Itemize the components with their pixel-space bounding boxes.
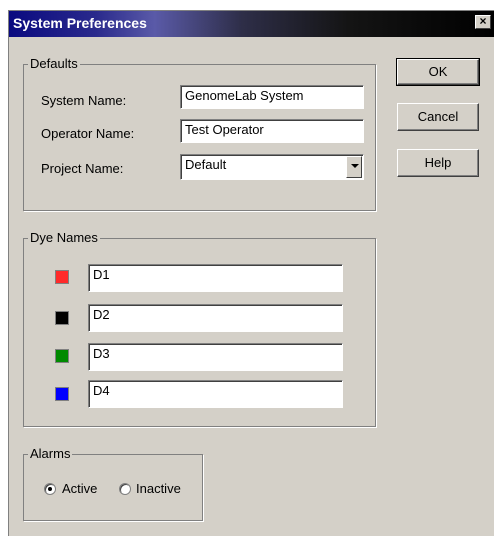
close-button[interactable]: × [475, 15, 491, 29]
cancel-button[interactable]: Cancel [397, 103, 479, 131]
project-name-value: Default [185, 157, 227, 172]
operator-name-label: Operator Name: [41, 126, 135, 141]
system-preferences-dialog: System Preferences × Defaults System Nam… [8, 10, 494, 536]
title-bar[interactable]: System Preferences × [9, 11, 494, 37]
help-button[interactable]: Help [397, 149, 479, 177]
window-title: System Preferences [13, 15, 147, 31]
project-name-label: Project Name: [41, 161, 124, 176]
active-radio[interactable] [44, 483, 56, 495]
active-label[interactable]: Active [62, 481, 97, 496]
dye-name-field[interactable]: D3 [88, 343, 343, 371]
dye-color-swatch [55, 270, 69, 284]
radio-dot-icon [48, 487, 52, 491]
dye-name-field[interactable]: D1 [88, 264, 343, 292]
project-name-select[interactable]: Default [180, 154, 364, 180]
close-icon: × [479, 14, 487, 28]
dye-color-swatch [55, 311, 69, 325]
chevron-down-icon[interactable] [346, 156, 362, 178]
dye-name-field[interactable]: D2 [88, 304, 343, 332]
dye-color-swatch [55, 349, 69, 363]
operator-name-field[interactable]: Test Operator [180, 119, 364, 143]
system-name-field[interactable]: GenomeLab System [180, 85, 364, 109]
defaults-legend: Defaults [30, 56, 78, 71]
dye-name-field[interactable]: D4 [88, 380, 343, 408]
dye-color-swatch [55, 387, 69, 401]
ok-button[interactable]: OK [396, 58, 480, 86]
alarms-legend: Alarms [30, 446, 71, 461]
system-name-label: System Name: [41, 93, 127, 108]
dye-names-legend: Dye Names [30, 230, 98, 245]
inactive-label[interactable]: Inactive [136, 481, 181, 496]
inactive-radio[interactable] [119, 483, 131, 495]
